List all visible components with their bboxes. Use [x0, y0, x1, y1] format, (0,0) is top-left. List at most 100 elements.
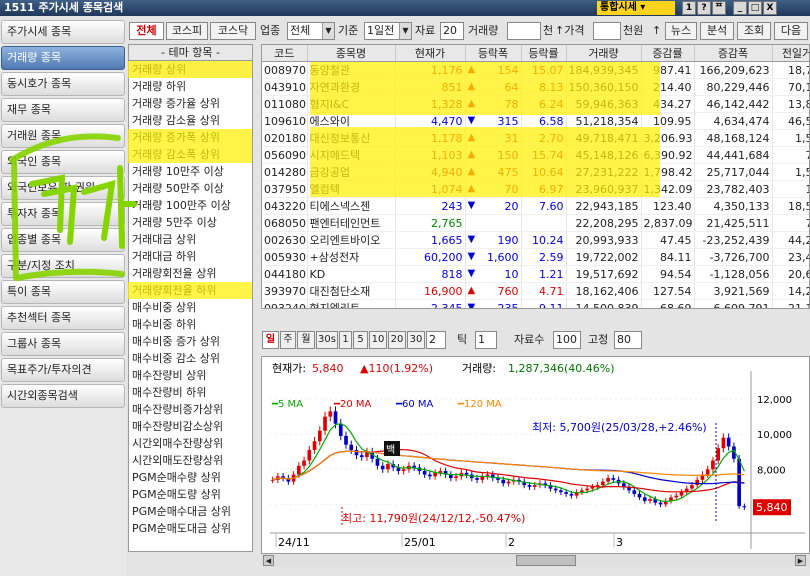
table-row[interactable]: 043220 티에스넥스젠 243 ▼ 20 7.60 22,943,185 123.40 4,… [262, 197, 809, 215]
period-button[interactable]: 30 [407, 331, 425, 349]
tick-input[interactable]: 1 [475, 331, 497, 349]
minimize-button[interactable]: _ [733, 1, 747, 15]
sidebar-item[interactable]: 거래량 종목 [1, 46, 125, 70]
column-header[interactable]: 종목명 [307, 45, 396, 62]
help-button[interactable]: ? [697, 1, 711, 15]
theme-item[interactable]: 매수비중 증가 상위 [129, 333, 252, 350]
table-row[interactable]: 008970 동양철관 1,176 ▲ 154 15.07 184,939,345 987.4… [262, 61, 809, 79]
table-row[interactable]: 068050 팬엔터테인먼트 2,765 22,208,295 2,837.09 21,4… [262, 214, 809, 232]
theme-item[interactable]: 거래량 감소폭 상위 [129, 146, 252, 163]
period-custom-input[interactable]: 2 [426, 331, 446, 349]
table-row[interactable]: 020180 대신정보통신 1,178 ▲ 31 2.70 49,718,471 3,206.… [262, 129, 809, 147]
theme-item[interactable]: 매수비중 하위 [129, 316, 252, 333]
theme-item[interactable]: PGM순매수대금 상위 [129, 503, 252, 520]
analysis-button[interactable]: 분석 [700, 22, 734, 40]
tab-kosdaq[interactable]: 코스닥 [210, 22, 256, 40]
theme-item[interactable]: 거래량 100만주 이상 [129, 197, 252, 214]
fixed-input[interactable]: 80 [614, 331, 642, 349]
chart-svg[interactable]: 현재가: 5,840 ▲110(1.92%) 거래량: 1,287,346(40.46%… [262, 357, 809, 553]
column-header[interactable]: 거래량 [566, 45, 642, 62]
theme-item[interactable]: 거래대금 상위 [129, 231, 252, 248]
period-button[interactable]: 일 [262, 331, 279, 349]
sidebar-item[interactable]: 투자자 종목 [1, 202, 125, 226]
table-row[interactable]: 044180 KD 818 ▼ 10 1.21 19,517,692 94.54 -1,128,… [262, 265, 809, 283]
next-button[interactable]: 다음 [774, 22, 808, 40]
theme-item[interactable]: 매수잔량비 상위 [129, 367, 252, 384]
tab-all[interactable]: 전체 [129, 22, 164, 40]
period-button[interactable]: 월 [297, 331, 315, 349]
table-row[interactable]: 109610 에스와이 4,470 ▼ 315 6.58 51,218,354 109.95 4… [262, 112, 809, 130]
table-row[interactable]: 014280 금강공업 4,940 ▲ 475 10.64 27,231,222 1,798.… [262, 163, 809, 181]
theme-item[interactable]: 거래량회전율 하위 [129, 282, 252, 299]
theme-item[interactable]: PGM순매수량 상위 [129, 469, 252, 486]
period-button[interactable]: 주 [280, 331, 296, 349]
sidebar-item[interactable]: 동시호가 종목 [1, 72, 125, 96]
data-count-input[interactable]: 20 [440, 22, 464, 40]
chart-scrollbar[interactable]: ◀ ▶ [261, 553, 810, 567]
column-header[interactable]: 코드 [262, 45, 308, 62]
sidebar-item[interactable]: 재무 종목 [1, 98, 125, 122]
theme-item[interactable]: 시간외매수잔량상위 [129, 435, 252, 452]
column-header[interactable]: 전일거 [772, 45, 809, 62]
table-row[interactable]: 037950 엘컴텍 1,074 ▲ 70 6.97 23,960,937 1,342.09 2… [262, 180, 809, 198]
price-input[interactable] [593, 22, 621, 40]
column-header[interactable]: 현재가 [395, 45, 466, 62]
sidebar-item[interactable]: 거래원 종목 [1, 124, 125, 148]
sidebar-item[interactable]: 주가시세 종목 [1, 20, 125, 44]
period-button[interactable]: 30s [316, 331, 338, 349]
column-header[interactable]: 등락폭 [465, 45, 522, 62]
theme-item[interactable]: 거래량 증가폭 상위 [129, 129, 252, 146]
screen-number-button[interactable]: 1 [682, 1, 696, 15]
theme-item[interactable]: 매수잔량비증가상위 [129, 401, 252, 418]
theme-item[interactable]: 매수잔량비 하위 [129, 384, 252, 401]
period-button[interactable]: 5 [353, 331, 368, 349]
theme-item[interactable]: 거래량 50만주 이상 [129, 180, 252, 197]
integrated-quote-combo[interactable]: 통합시세 ▾ [597, 1, 675, 15]
sidebar-item[interactable]: 특이 종목 [1, 280, 125, 304]
table-row[interactable]: 056090 시지메드텍 1,103 ▲ 150 15.74 45,148,126 6,390… [262, 146, 809, 164]
table-row[interactable]: 002630 오리엔트바이오 1,665 ▼ 190 10.24 20,993,933 47.… [262, 231, 809, 249]
period-button[interactable]: 1 [339, 331, 352, 349]
sidebar-item[interactable]: 추천섹터 종목 [1, 306, 125, 330]
price-chart[interactable]: 현재가: 5,840 ▲110(1.92%) 거래량: 1,287,346(40.46%… [261, 356, 810, 566]
theme-item[interactable]: 거래대금 하위 [129, 248, 252, 265]
industry-select[interactable]: 전체 ▼ [287, 22, 335, 40]
column-header[interactable]: 증감폭 [694, 45, 773, 62]
theme-item[interactable]: 거래량 하위 [129, 78, 252, 95]
sidebar-item[interactable]: 시간외종목검색 [1, 384, 125, 408]
close-button[interactable]: X [763, 1, 777, 15]
column-header[interactable]: 등락률 [521, 45, 567, 62]
table-row[interactable]: 043910 자연과환경 851 ▲ 64 8.13 150,360,150 214.40 80… [262, 78, 809, 96]
theme-item[interactable]: 거래량회전율 상위 [129, 265, 252, 282]
sidebar-item[interactable]: 구분/지정 조치 [1, 254, 125, 278]
data-count-input[interactable]: 100 [553, 331, 581, 349]
theme-item[interactable]: 거래량 5만주 이상 [129, 214, 252, 231]
scroll-right-arrow-icon[interactable]: ▶ [795, 555, 806, 566]
theme-item[interactable]: 시간외매도잔량상위 [129, 452, 252, 469]
theme-item[interactable]: 거래량 10만주 이상 [129, 163, 252, 180]
sidebar-item[interactable]: 외국인 종목 [1, 150, 125, 174]
period-button[interactable]: 20 [388, 331, 406, 349]
scroll-left-arrow-icon[interactable]: ◀ [263, 555, 274, 566]
column-header[interactable]: 증감률 [641, 45, 695, 62]
news-button[interactable]: 뉴스 [665, 22, 697, 40]
sidebar-item[interactable]: 그룹사 종목 [1, 332, 125, 356]
theme-item[interactable]: PGM순매도량 상위 [129, 486, 252, 503]
query-button[interactable]: 조회 [737, 22, 771, 40]
table-row[interactable]: 005930 +삼성전자 60,200 ▼ 1,600 2.59 19,722,002 84.… [262, 248, 809, 266]
period-button[interactable]: 10 [369, 331, 387, 349]
table-row[interactable]: 011080 형지I&C 1,328 ▲ 78 6.24 59,946,363 434.27 4… [262, 95, 809, 113]
tab-kospi[interactable]: 코스피 [166, 22, 208, 40]
theme-item[interactable]: 거래량 감소율 상위 [129, 112, 252, 129]
base-select[interactable]: 1일전 ▼ [364, 22, 412, 40]
table-row[interactable]: 093240 형지엘리트 2,345 ▼ 235 9.11 14,500,839 68.69-… [262, 299, 809, 308]
sidebar-item[interactable]: 목표주가/투자의견 [1, 358, 125, 382]
scroll-thumb[interactable] [516, 555, 576, 566]
theme-item[interactable]: PGM순매도대금 상위 [129, 520, 252, 537]
sidebar-item[interactable]: 외국인보유/판 권위 [1, 176, 125, 200]
volume-input[interactable] [507, 22, 541, 40]
theme-item[interactable]: 거래량 증가율 상위 [129, 95, 252, 112]
table-row[interactable]: 393970 대진첨단소재 16,900 ▲ 760 4.71 18,162,406 127.… [262, 282, 809, 300]
theme-item[interactable]: 매수비중 감소 상위 [129, 350, 252, 367]
theme-item[interactable]: 거래량 상위 [129, 61, 252, 78]
